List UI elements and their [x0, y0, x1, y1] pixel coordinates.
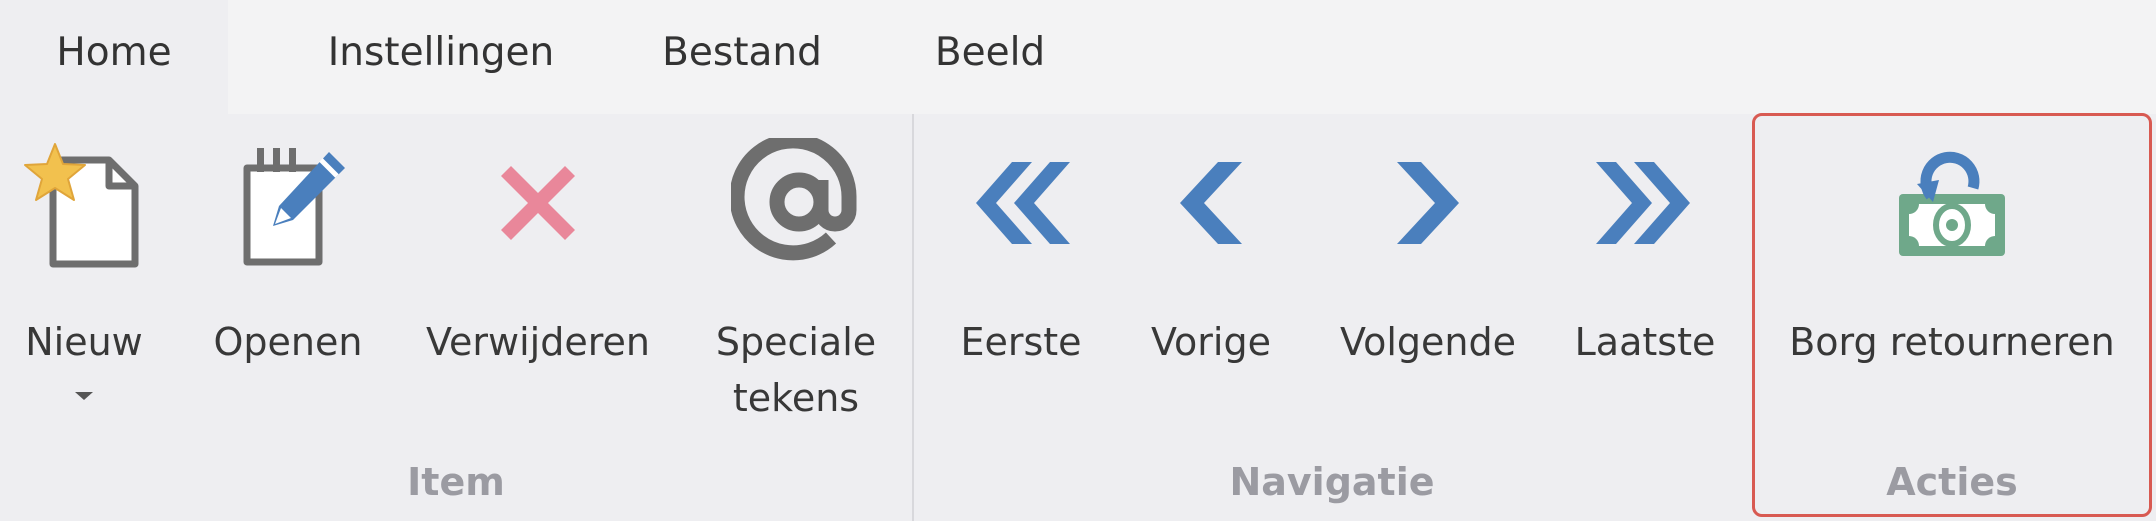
openen-label: Openen — [213, 320, 363, 364]
laatste-label: Laatste — [1574, 320, 1716, 364]
money-return-icon — [1899, 151, 2005, 256]
group-label-navigatie: Navigatie — [1229, 460, 1435, 504]
nieuw-label: Nieuw — [25, 320, 143, 364]
ribbon-tab-strip: Home Instellingen Bestand Beeld — [0, 0, 2156, 114]
verwijderen-button[interactable]: Verwijderen — [418, 130, 658, 430]
volgende-button[interactable]: Volgende — [1330, 130, 1526, 430]
laatste-button[interactable]: Laatste — [1562, 130, 1728, 430]
eerste-label: Eerste — [960, 320, 1082, 364]
notepad-pencil-icon — [243, 148, 345, 266]
volgende-label: Volgende — [1340, 320, 1516, 364]
vorige-label: Vorige — [1151, 320, 1271, 364]
chevron-left-icon — [1180, 162, 1242, 244]
group-label-item: Item — [407, 460, 505, 504]
tab-instellingen[interactable]: Instellingen — [276, 0, 606, 114]
nieuw-button[interactable]: Nieuw — [4, 130, 164, 430]
vorige-button[interactable]: Vorige — [1136, 130, 1286, 430]
at-sign-icon — [731, 138, 857, 261]
tab-beeld[interactable]: Beeld — [900, 0, 1080, 114]
borg-retourneren-label: Borg retourneren — [1789, 320, 2115, 364]
group-label-acties: Acties — [1886, 460, 2018, 504]
verwijderen-label: Verwijderen — [426, 320, 650, 364]
tab-home[interactable]: Home — [0, 0, 228, 114]
double-chevron-left-icon — [976, 162, 1070, 244]
eerste-button[interactable]: Eerste — [946, 130, 1096, 430]
openen-button[interactable]: Openen — [206, 130, 370, 430]
speciale-tekens-button[interactable]: Speciale tekens — [708, 130, 884, 430]
chevron-right-icon — [1397, 162, 1459, 244]
delete-x-icon — [501, 166, 575, 240]
double-chevron-right-icon — [1596, 162, 1690, 244]
tab-bestand[interactable]: Bestand — [622, 0, 862, 114]
borg-retourneren-button[interactable]: Borg retourneren — [1762, 130, 2142, 430]
new-document-star-icon — [24, 143, 139, 268]
speciale-tekens-label: Speciale tekens — [715, 320, 877, 420]
chevron-down-icon[interactable] — [75, 392, 93, 400]
